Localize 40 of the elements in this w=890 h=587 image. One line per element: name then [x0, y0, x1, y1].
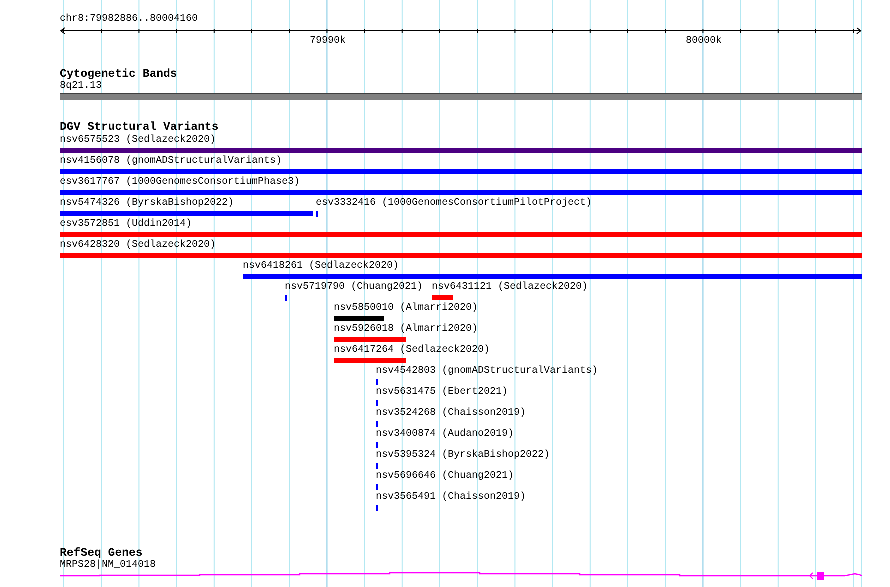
- variant-label: nsv4542803 (gnomADStructuralVariants): [376, 366, 598, 378]
- variant-bar[interactable]: [60, 232, 862, 237]
- tick-label: 80000k: [686, 36, 722, 48]
- variant-bar[interactable]: [60, 211, 313, 216]
- variant-bar[interactable]: [334, 337, 406, 342]
- variant-label: nsv5719790 (Chuang2021): [285, 282, 424, 294]
- variant-label: esv3332416 (1000GenomesConsortiumPilotProject): [316, 198, 592, 210]
- variant-label: nsv5926018 (Almarri2020): [334, 324, 478, 336]
- variant-label: nsv5631475 (Ebert2021): [376, 387, 508, 399]
- track-title: RefSeq Genes: [60, 547, 143, 560]
- variant-label: nsv5474326 (ByrskaBishop2022): [60, 198, 234, 210]
- variant-bar[interactable]: [60, 190, 862, 195]
- variant-label: nsv5696646 (Chuang2021): [376, 471, 514, 483]
- variant-label: nsv6431121 (Sedlazeck2020): [432, 282, 588, 294]
- variant-label: nsv6417264 (Sedlazeck2020): [334, 345, 490, 357]
- variant-bar[interactable]: [432, 295, 453, 300]
- variant-label: nsv3524268 (Chaisson2019): [376, 408, 526, 420]
- variant-bar[interactable]: [243, 274, 862, 279]
- variant-bar[interactable]: [334, 358, 406, 363]
- variant-bar[interactable]: [334, 316, 384, 321]
- variant-label: nsv6418261 (Sedlazeck2020): [243, 261, 400, 273]
- variant-label: nsv6428320 (Sedlazeck2020): [60, 240, 216, 252]
- gene-label: MRPS28|NM_014018: [60, 560, 156, 571]
- variant-bar[interactable]: [60, 148, 862, 153]
- track-title: DGV Structural Variants: [60, 121, 219, 134]
- variant-label: esv3572851 (Uddin2014): [60, 219, 192, 231]
- gene-model-drawing[interactable]: [60, 571, 862, 583]
- variant-label: nsv5395324 (ByrskaBishop2022): [376, 450, 550, 462]
- variant-label: esv3617767 (1000GenomesConsortiumPhase3): [60, 177, 300, 189]
- variant-label: nsv3400874 (Audano2019): [376, 429, 514, 441]
- variant-bar[interactable]: [60, 169, 862, 174]
- band-label: 8q21.13: [60, 81, 102, 92]
- variant-label: nsv3565491 (Chaisson2019): [376, 492, 526, 504]
- variant-label: nsv5850010 (Almarri2020): [334, 303, 478, 315]
- tick-label: 79990k: [310, 36, 346, 48]
- variant-label: nsv4156078 (gnomADStructuralVariants): [60, 156, 282, 168]
- variant-label: nsv6575523 (Sedlazeck2020): [60, 135, 216, 147]
- variant-bar[interactable]: [60, 253, 862, 258]
- track-title: Cytogenetic Bands: [60, 68, 178, 81]
- location-label: chr8:79982886..80004160: [60, 14, 198, 26]
